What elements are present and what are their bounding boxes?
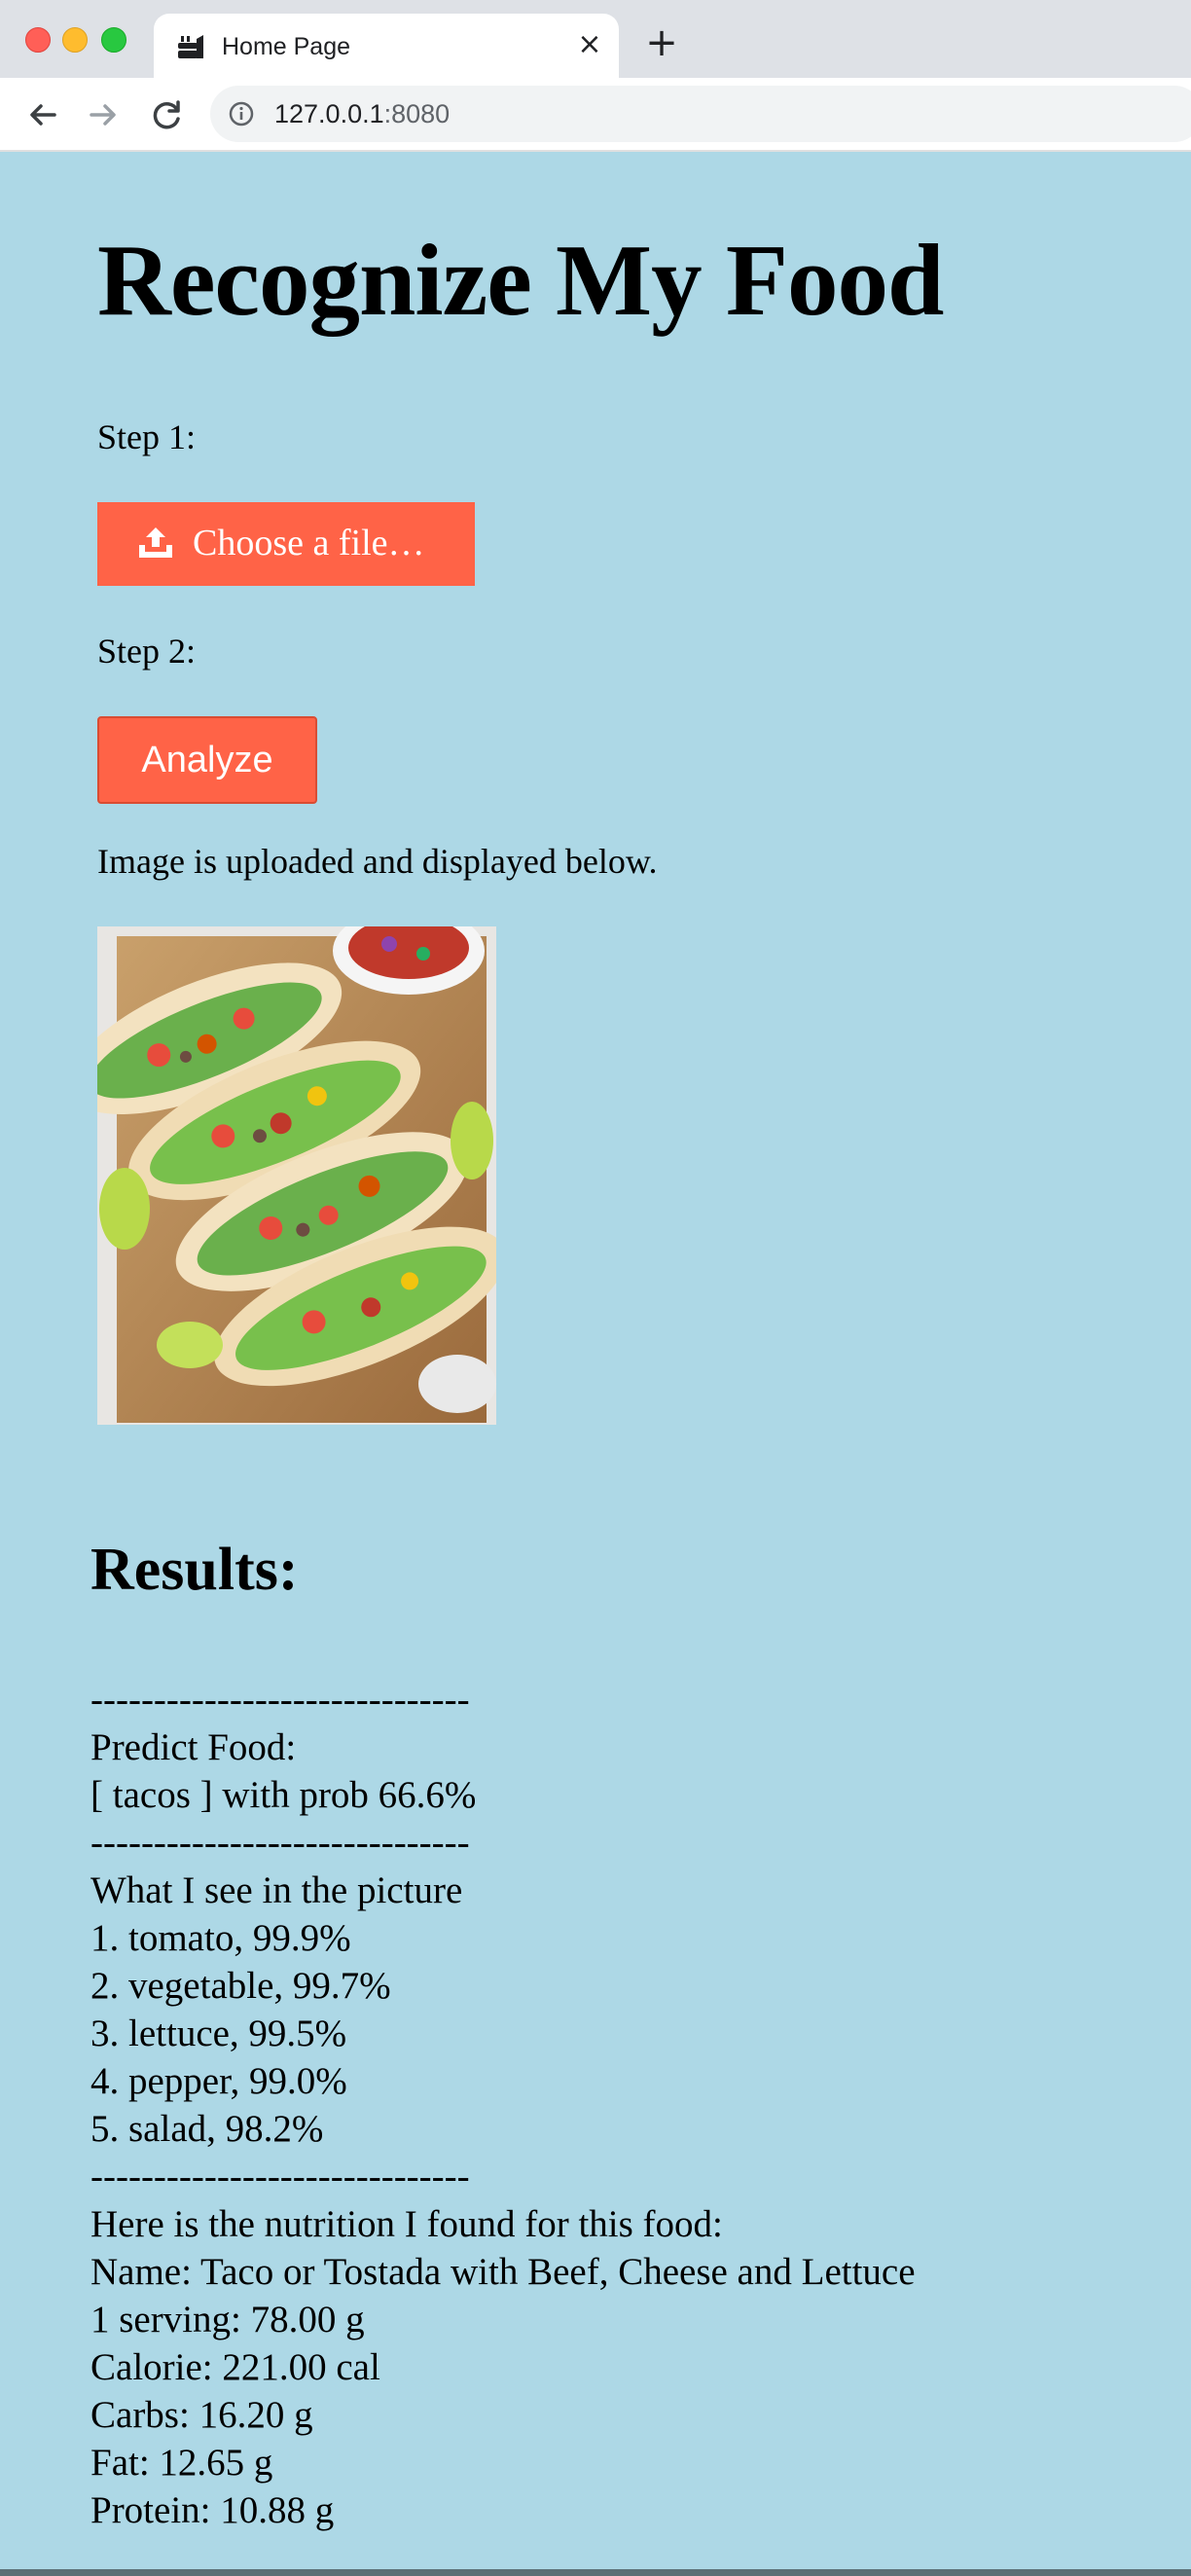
tab-strip: Home Page × + [0,0,1191,78]
nutrition-item: Carbs: 16.20 g [90,2394,313,2436]
upload-status-text: Image is uploaded and displayed below. [97,842,658,881]
detection-item: 1. tomato, 99.9% [90,1917,351,1959]
detections-label: What I see in the picture [90,1869,463,1911]
site-info-icon[interactable] [228,100,255,127]
browser-toolbar: 127.0.0.1:8080 [0,78,1191,152]
detection-item: 5. salad, 98.2% [90,2108,324,2150]
results-heading: Results: [90,1537,299,1603]
step2-label: Step 2: [97,632,197,671]
results-separator: ------------------------------ [90,1679,470,1721]
nutrition-item: Fat: 12.65 g [90,2442,273,2484]
back-arrow-icon[interactable] [21,93,64,136]
predict-food-label: Predict Food: [90,1726,297,1768]
nutrition-item: Protein: 10.88 g [90,2489,335,2531]
results-separator: ------------------------------ [90,1822,470,1864]
nutrition-item: 1 serving: 78.00 g [90,2299,365,2340]
detection-item: 3. lettuce, 99.5% [90,2013,347,2054]
browser-chrome: Home Page × + 127.0.0.1:8080 [0,0,1191,152]
url-host: 127.0.0.1 [274,99,384,128]
tab-home-page[interactable]: Home Page × [154,14,619,78]
detection-item: 4. pepper, 99.0% [90,2060,347,2102]
tab-title: Home Page [222,33,351,60]
window-close-button[interactable] [25,27,51,53]
reload-icon[interactable] [146,93,189,136]
tacos-photo [97,926,496,1425]
nutrition-item: Calorie: 221.00 cal [90,2346,380,2388]
step1-label: Step 1: [97,417,197,456]
tab-close-icon[interactable]: × [572,27,607,62]
results-separator: ------------------------------ [90,2156,470,2197]
food-favicon-icon [178,35,203,58]
choose-file-button[interactable]: Choose a file… [97,502,475,586]
upload-icon [139,527,172,558]
analyze-button[interactable]: Analyze [97,716,317,804]
page-title: Recognize My Food [97,223,944,337]
choose-file-label: Choose a file… [193,523,425,563]
new-tab-icon[interactable]: + [642,23,681,62]
forward-arrow-icon[interactable] [82,93,125,136]
url-port: :8080 [383,99,451,128]
window-maximize-button[interactable] [101,27,126,53]
uploaded-food-image [97,926,496,1425]
nutrition-item: Name: Taco or Tostada with Beef, Cheese … [90,2251,916,2293]
results-text: ------------------------------ Predict F… [90,1676,1161,2534]
window-bottom-edge [0,2569,1191,2576]
window-minimize-button[interactable] [62,27,88,53]
detection-item: 2. vegetable, 99.7% [90,1965,391,2007]
address-bar[interactable]: 127.0.0.1:8080 [210,86,1191,142]
nutrition-label: Here is the nutrition I found for this f… [90,2203,723,2245]
url-text: 127.0.0.1:8080 [274,99,450,129]
prediction-result: [ tacos ] with prob 66.6% [90,1774,477,1816]
